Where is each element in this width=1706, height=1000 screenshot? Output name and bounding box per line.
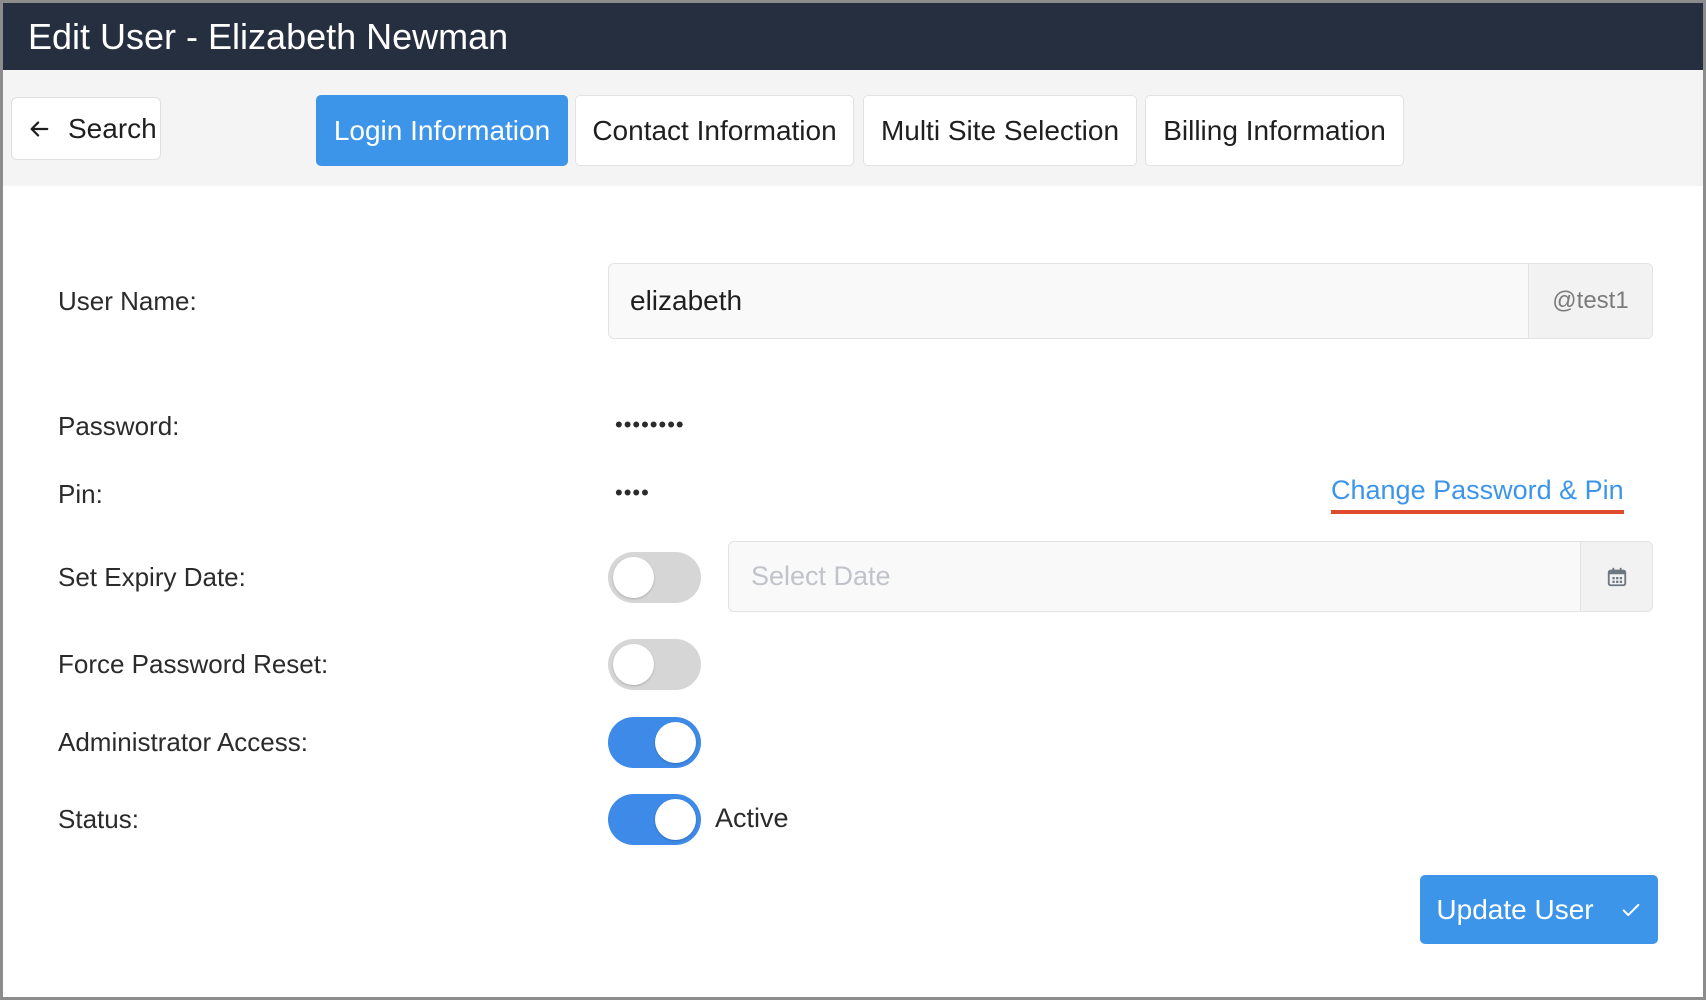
- back-to-search-button[interactable]: Search: [11, 97, 161, 160]
- password-label: Password:: [58, 411, 180, 441]
- username-input[interactable]: [609, 264, 1528, 338]
- tab-bar: Search Login Information Contact Informa…: [3, 70, 1703, 186]
- tab-login-information[interactable]: Login Information: [316, 95, 568, 166]
- page-title: Edit User - Elizabeth Newman: [3, 3, 1703, 70]
- status-label: Status:: [58, 804, 139, 834]
- change-password-pin-link[interactable]: Change Password & Pin: [1331, 475, 1624, 514]
- tab-multi-site-selection[interactable]: Multi Site Selection: [863, 95, 1137, 166]
- calendar-icon: [1607, 567, 1626, 586]
- username-domain-suffix: @test1: [1528, 264, 1652, 338]
- toggle-knob: [613, 557, 654, 598]
- tab-contact-information[interactable]: Contact Information: [575, 95, 854, 166]
- administrator-access-label: Administrator Access:: [58, 727, 308, 757]
- password-value: ••••••••: [615, 412, 685, 437]
- tab-billing-information[interactable]: Billing Information: [1145, 95, 1404, 166]
- update-user-button[interactable]: Update User: [1420, 875, 1658, 944]
- pin-label: Pin:: [58, 479, 103, 509]
- expiry-date-input[interactable]: [729, 542, 1580, 611]
- username-label: User Name:: [58, 286, 197, 316]
- administrator-access-toggle[interactable]: [608, 717, 701, 768]
- check-icon: [1622, 903, 1639, 916]
- edit-user-window: Edit User - Elizabeth Newman Search Logi…: [0, 0, 1706, 1000]
- status-toggle[interactable]: [608, 794, 701, 845]
- force-password-reset-label: Force Password Reset:: [58, 649, 329, 679]
- toggle-knob: [655, 799, 696, 840]
- username-input-group: @test1: [608, 263, 1653, 339]
- expiry-date-toggle[interactable]: [608, 552, 701, 603]
- expiry-date-picker: [728, 541, 1653, 612]
- toggle-knob: [613, 644, 654, 685]
- pin-value: ••••: [615, 480, 650, 505]
- force-password-reset-toggle[interactable]: [608, 639, 701, 690]
- calendar-button[interactable]: [1580, 542, 1652, 611]
- status-value: Active: [715, 803, 789, 833]
- toggle-knob: [655, 722, 696, 763]
- arrow-left-icon: [30, 120, 49, 137]
- back-button-label: Search: [68, 112, 157, 144]
- update-user-label: Update User: [1436, 893, 1594, 925]
- expiry-date-label: Set Expiry Date:: [58, 562, 246, 592]
